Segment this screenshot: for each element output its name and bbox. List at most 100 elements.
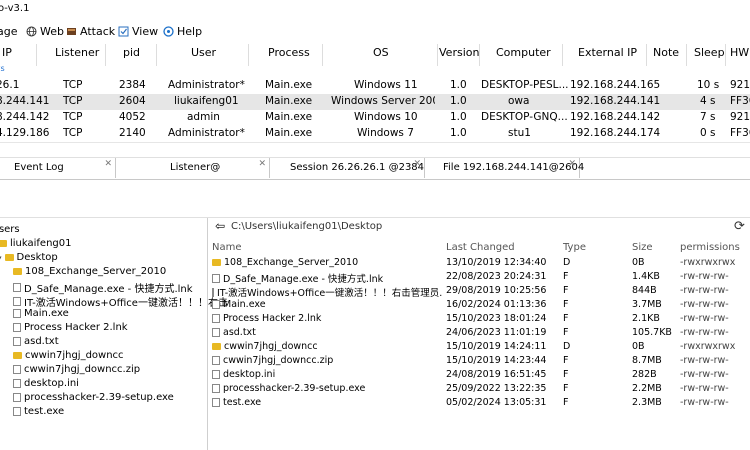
refresh-icon[interactable]: ⟳ bbox=[734, 219, 745, 234]
tab-label: File 192.168.244.141@2604 bbox=[443, 162, 585, 173]
tree-item[interactable]: cwwin7jhgj_downcc.zip bbox=[13, 364, 140, 375]
menu-view[interactable]: View bbox=[118, 25, 158, 38]
file-name: processhacker-2.39-setup.exe bbox=[223, 383, 366, 394]
session-row[interactable]: 8.244.141 TCP 2604 liukaifeng01 Main.exe… bbox=[0, 94, 750, 110]
file-size: 105.7KB bbox=[632, 327, 672, 338]
session-hwid: 9213 bbox=[730, 79, 750, 91]
tab-file[interactable]: File 192.168.244.141@2604 ✕ bbox=[425, 158, 584, 178]
file-changed: 24/06/2023 11:01:19 bbox=[446, 327, 547, 338]
col-computer[interactable]: Computer bbox=[496, 46, 551, 59]
menu-web[interactable]: Web bbox=[26, 25, 64, 38]
tree-item[interactable]: test.exe bbox=[13, 406, 64, 417]
file-row[interactable]: cwwin7jhgj_downcc 15/10/2019 14:24:11 D … bbox=[208, 340, 750, 354]
file-row[interactable]: D_Safe_Manage.exe - 快捷方式.lnk 22/08/2023 … bbox=[208, 270, 750, 285]
file-row[interactable]: test.exe 05/02/2024 13:05:31 F 2.3MB -rw… bbox=[208, 396, 750, 410]
col-size[interactable]: Size bbox=[632, 242, 653, 253]
session-row[interactable]: 8.244.142 TCP 4052 admin Main.exe Window… bbox=[0, 110, 750, 126]
col-user[interactable]: User bbox=[191, 46, 216, 59]
menu-attack[interactable]: Attack bbox=[66, 25, 115, 38]
file-row[interactable]: asd.txt 24/06/2023 11:01:19 F 105.7KB -r… bbox=[208, 326, 750, 340]
session-process: Main.exe bbox=[265, 79, 313, 91]
tab-listener[interactable]: Listener@ ✕ bbox=[116, 158, 270, 178]
col-process[interactable]: Process bbox=[268, 46, 310, 59]
tree-node-desktop[interactable]: ▾ Desktop bbox=[0, 252, 58, 263]
close-icon[interactable]: ✕ bbox=[413, 159, 421, 169]
tree-item[interactable]: processhacker-2.39-setup.exe bbox=[13, 392, 174, 403]
tree-item[interactable]: desktop.ini bbox=[13, 378, 79, 389]
tree-item[interactable]: cwwin7jhgj_downcc bbox=[13, 350, 124, 361]
col-note[interactable]: Note bbox=[653, 46, 679, 59]
splitter[interactable] bbox=[0, 142, 750, 143]
col-ip[interactable]: IP bbox=[2, 46, 12, 59]
file-size: 282B bbox=[632, 369, 657, 380]
back-arrow-icon[interactable]: ⇦ bbox=[215, 219, 225, 233]
file-icon bbox=[212, 356, 220, 365]
tree-item[interactable]: asd.txt bbox=[13, 336, 59, 347]
file-type: F bbox=[563, 271, 569, 282]
file-icon bbox=[212, 370, 220, 379]
file-row[interactable]: desktop.ini 24/08/2019 16:51:45 F 282B -… bbox=[208, 368, 750, 382]
col-type[interactable]: Type bbox=[563, 242, 586, 253]
session-computer: DESKTOP-PESL... bbox=[481, 79, 569, 91]
file-row[interactable]: IT-激活Windows+Office一键激活！！！右击管理员... 29/08… bbox=[208, 284, 750, 299]
file-type: F bbox=[563, 383, 569, 394]
menu-help[interactable]: Help bbox=[163, 25, 202, 38]
session-process: Main.exe bbox=[265, 127, 313, 139]
col-hwid[interactable]: HWI bbox=[730, 46, 750, 59]
session-user: liukaifeng01 bbox=[174, 95, 239, 107]
file-row[interactable]: cwwin7jhgj_downcc.zip 15/10/2019 14:23:4… bbox=[208, 354, 750, 368]
col-pid[interactable]: pid bbox=[123, 46, 140, 59]
file-row[interactable]: Process Hacker 2.lnk 15/10/2023 18:01:24… bbox=[208, 312, 750, 326]
col-permissions[interactable]: permissions bbox=[680, 242, 740, 253]
session-external-ip: 192.168.244.142 bbox=[570, 111, 661, 123]
file-name: 108_Exchange_Server_2010 bbox=[224, 257, 359, 268]
file-row[interactable]: Main.exe 16/02/2024 01:13:36 F 3.7MB -rw… bbox=[208, 298, 750, 312]
file-row[interactable]: 108_Exchange_Server_2010 13/10/2019 12:3… bbox=[208, 256, 750, 270]
close-icon[interactable]: ✕ bbox=[258, 159, 266, 169]
tree-node-users[interactable]: Jsers bbox=[0, 224, 20, 235]
tree-label: processhacker-2.39-setup.exe bbox=[24, 392, 174, 403]
tree-node-user[interactable]: liukaifeng01 bbox=[0, 238, 72, 249]
file-size: 1.4KB bbox=[632, 271, 660, 282]
file-type: F bbox=[563, 369, 569, 380]
chevron-down-icon[interactable]: ▾ bbox=[0, 254, 2, 262]
menu-manage[interactable]: age bbox=[0, 25, 18, 38]
tree-label: Desktop bbox=[16, 252, 58, 263]
file-icon bbox=[13, 393, 21, 402]
tab-session[interactable]: Session 26.26.26.1 @2384 ✕ bbox=[270, 158, 425, 178]
file-name: Main.exe bbox=[223, 299, 266, 310]
close-icon[interactable]: ✕ bbox=[104, 159, 112, 169]
col-sleep[interactable]: Sleep bbox=[694, 46, 725, 59]
file-row[interactable]: processhacker-2.39-setup.exe 25/09/2022 … bbox=[208, 382, 750, 396]
session-external-ip: 192.168.244.141 bbox=[570, 95, 661, 107]
file-changed: 29/08/2019 10:25:56 bbox=[446, 285, 547, 296]
col-listener[interactable]: Listener bbox=[55, 46, 99, 59]
tab-event-log[interactable]: Event Log ✕ bbox=[0, 158, 116, 178]
tree-item[interactable]: Process Hacker 2.lnk bbox=[13, 322, 128, 333]
session-os: Windows 7 bbox=[357, 127, 414, 139]
col-last-changed[interactable]: Last Changed bbox=[446, 242, 515, 253]
file-permissions: -rw-rw-rw- bbox=[680, 327, 729, 338]
tree-label: asd.txt bbox=[24, 336, 59, 347]
session-process: Main.exe bbox=[265, 111, 313, 123]
path-input[interactable]: C:\Users\liukaifeng01\Desktop bbox=[231, 221, 382, 232]
file-permissions: -rw-rw-rw- bbox=[680, 271, 729, 282]
tree-item[interactable]: Main.exe bbox=[13, 308, 69, 319]
file-type: D bbox=[563, 341, 571, 352]
close-icon[interactable]: ✕ bbox=[568, 159, 576, 169]
window-title: o-v3.1 bbox=[0, 3, 30, 14]
session-row[interactable]: 4.129.186 TCP 2140 Administrator* Main.e… bbox=[0, 126, 750, 142]
tree-item[interactable]: 108_Exchange_Server_2010 bbox=[13, 266, 166, 277]
file-changed: 22/08/2023 20:24:31 bbox=[446, 271, 547, 282]
col-name[interactable]: Name bbox=[212, 242, 242, 253]
session-os: Windows 10 bbox=[354, 111, 418, 123]
col-os[interactable]: OS bbox=[373, 46, 389, 59]
file-size: 8.7MB bbox=[632, 355, 662, 366]
tree-item[interactable]: IT-激活Windows+Office一键激活！！！右击 bbox=[13, 294, 228, 309]
session-row[interactable]: 26.1 TCP 2384 Administrator* Main.exe Wi… bbox=[0, 78, 750, 94]
tree-item[interactable]: D_Safe_Manage.exe - 快捷方式.lnk bbox=[13, 280, 193, 295]
col-version[interactable]: Version bbox=[439, 46, 479, 59]
session-version: 1.0 bbox=[450, 111, 467, 123]
col-external-ip[interactable]: External IP bbox=[578, 46, 637, 59]
file-name: IT-激活Windows+Office一键激活！！！右击管理员... bbox=[217, 288, 442, 299]
